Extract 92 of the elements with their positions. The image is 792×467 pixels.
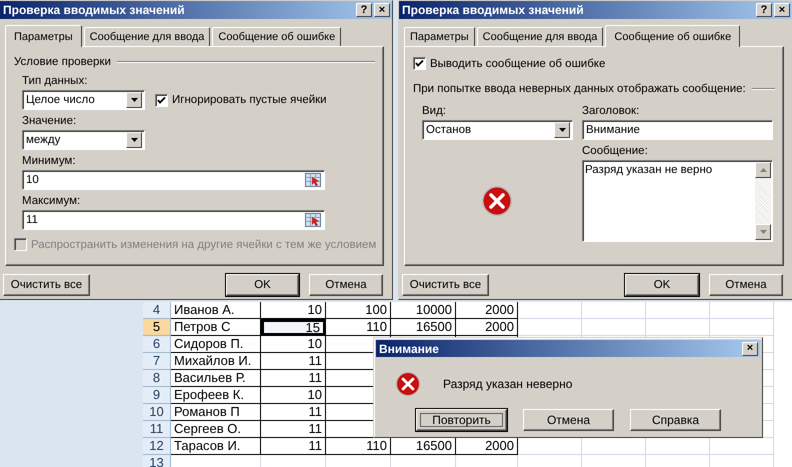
dialog-button[interactable]: OK — [625, 274, 699, 296]
tab[interactable]: Сообщение для ввода — [84, 27, 210, 46]
table-cell: 10 — [261, 336, 326, 353]
field-label: Минимум: — [22, 155, 76, 168]
tab[interactable]: Сообщение об ошибке — [212, 27, 342, 46]
table-cell: 11 — [261, 404, 326, 421]
table-cell: Тарасов И. — [171, 438, 261, 455]
scrollbar[interactable] — [755, 162, 771, 240]
dialog-button[interactable]: Очистить все — [3, 274, 90, 296]
help-button[interactable]: ? — [356, 3, 372, 17]
field-label: Заголовок: — [582, 105, 640, 118]
range-select-icon[interactable] — [305, 213, 321, 227]
table-cell: Иванов А. — [171, 302, 261, 319]
field-label: Максимум: — [22, 195, 80, 208]
tab[interactable]: Параметры — [404, 27, 475, 46]
table-cell — [518, 302, 582, 319]
close-button[interactable]: × — [774, 3, 790, 17]
row-header[interactable]: 9 — [143, 387, 171, 404]
row-header[interactable]: 8 — [143, 370, 171, 387]
dialog-button[interactable]: Очистить все — [402, 274, 489, 296]
dialog-button[interactable]: Отмена — [709, 274, 783, 296]
field-label: Вид: — [422, 105, 446, 118]
table-cell: 15 — [261, 319, 326, 336]
table-cell: 16500 — [391, 319, 456, 336]
table-cell: 11 — [261, 438, 326, 455]
table-cell: Романов П — [171, 404, 261, 421]
table-cell — [582, 319, 646, 336]
input-field[interactable]: 11 — [22, 210, 325, 230]
group-label: При попытке ввода неверных данных отображать сообщение: — [413, 83, 746, 95]
window-title: Внимание — [379, 342, 439, 356]
row-header[interactable]: 6 — [143, 336, 171, 353]
input-field[interactable]: Внимание — [582, 120, 773, 140]
dialog-button[interactable]: OK — [226, 274, 299, 296]
message-text: Разряд указан неверно — [443, 377, 572, 391]
table-cell: 2000 — [456, 319, 518, 336]
help-button[interactable]: ? — [756, 3, 772, 17]
dialog-button[interactable]: Отмена — [309, 274, 383, 296]
table-cell: 10000 — [391, 302, 456, 319]
table-cell — [518, 319, 582, 336]
window-title: Проверка вводимых значений — [402, 3, 584, 17]
dropdown[interactable]: Целое число — [22, 90, 145, 110]
checkbox-label: Игнорировать пустые ячейки — [172, 94, 327, 106]
table-cell: 110 — [326, 319, 391, 336]
table-cell: 11 — [261, 421, 326, 438]
row-header[interactable]: 11 — [143, 421, 171, 438]
tab[interactable]: Сообщение об ошибке — [605, 25, 740, 47]
row-header[interactable]: 13 — [143, 455, 171, 467]
checkbox-label: Выводить сообщение об ошибке — [430, 58, 606, 70]
text-area[interactable]: Разряд указан не верно — [582, 160, 773, 242]
dialog-button[interactable]: Справка — [630, 409, 721, 431]
table-cell: 10 — [261, 387, 326, 404]
tab[interactable]: Сообщение для ввода — [476, 27, 604, 46]
table-cell: 11 — [261, 370, 326, 387]
table-cell — [710, 302, 774, 319]
table-cell: 2000 — [456, 302, 518, 319]
checkbox-label: Распространить изменения на другие ячейки с тем же условием — [31, 238, 376, 250]
close-button[interactable]: × — [374, 3, 390, 17]
error-icon — [481, 185, 513, 217]
row-header[interactable]: 4 — [143, 302, 171, 319]
range-select-icon[interactable] — [305, 173, 321, 187]
input-field[interactable]: 10 — [22, 170, 325, 190]
row-header[interactable]: 5 — [143, 319, 171, 336]
up-arrow-icon[interactable] — [760, 168, 766, 172]
table-cell: 11 — [261, 353, 326, 370]
table-cell: Сидоров П. — [171, 336, 261, 353]
close-button[interactable]: × — [742, 342, 758, 356]
dropdown[interactable]: Останов — [422, 120, 573, 140]
table-cell: Васильев Р. — [171, 370, 261, 387]
error-icon — [395, 371, 421, 397]
field-label: Сообщение: — [582, 145, 648, 158]
group-label: Условие проверки — [14, 56, 111, 68]
checkbox[interactable] — [413, 57, 426, 70]
down-arrow-icon[interactable] — [760, 230, 766, 234]
tab[interactable]: Параметры — [5, 25, 82, 47]
dropdown[interactable]: между — [22, 130, 145, 150]
table-cell — [646, 302, 710, 319]
table-cell: 100 — [326, 302, 391, 319]
window-title: Проверка вводимых значений — [3, 3, 185, 17]
field-label: Тип данных: — [22, 75, 88, 88]
dialog-button[interactable]: Повторить — [416, 409, 507, 431]
field-label: Значение: — [22, 115, 76, 128]
table-cell — [582, 302, 646, 319]
table-cell — [646, 319, 710, 336]
table-cell: Сергеев О. — [171, 421, 261, 438]
checkbox[interactable] — [155, 94, 168, 106]
row-header[interactable]: 10 — [143, 404, 171, 421]
row-header[interactable]: 12 — [143, 438, 171, 455]
dialog-button[interactable]: Отмена — [523, 409, 614, 431]
row-header[interactable]: 7 — [143, 353, 171, 370]
table-cell: Ерофеев К. — [171, 387, 261, 404]
table-cell: Михайлов И. — [171, 353, 261, 370]
table-cell — [710, 319, 774, 336]
